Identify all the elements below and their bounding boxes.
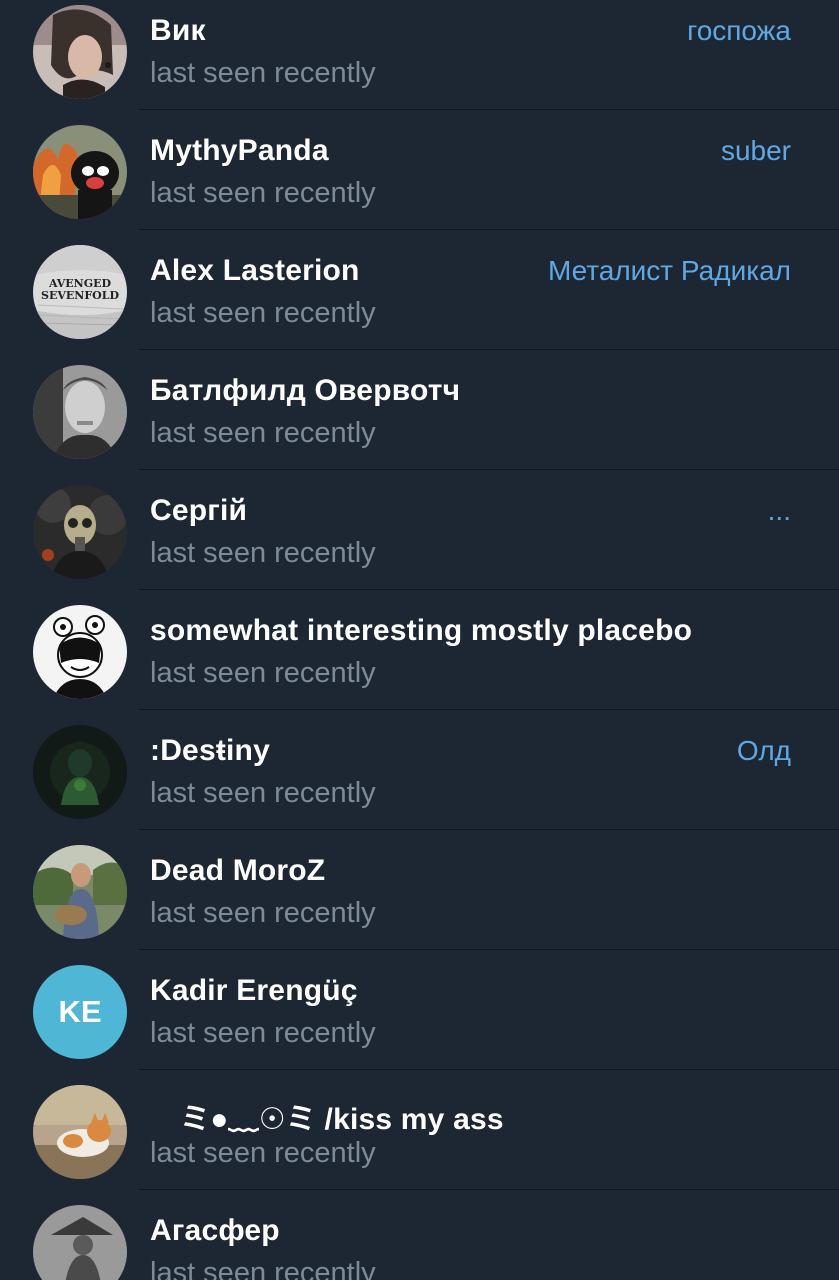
- contact-name: MythyPanda: [150, 134, 329, 167]
- avatar: [33, 845, 127, 939]
- row-divider: [139, 469, 839, 470]
- contact-name: Батлфилд Овервотч: [150, 374, 461, 407]
- photo-man-bw-icon: [33, 365, 127, 459]
- avatar: [33, 5, 127, 99]
- avatar: AVENGED SEVENFOLD: [33, 245, 127, 339]
- contact-name: Kadir Erengüç: [150, 974, 358, 1007]
- row-divider: [139, 709, 839, 710]
- contact-row[interactable]: Агасфер last seen recently: [0, 1200, 839, 1280]
- contact-name: Агасфер: [150, 1214, 280, 1247]
- row-divider: [139, 829, 839, 830]
- photo-bear-fire-icon: [33, 125, 127, 219]
- photo-figure-hat-icon: [33, 1205, 127, 1280]
- contact-status: last seen recently: [150, 297, 376, 329]
- contact-status: last seen recently: [150, 1137, 376, 1169]
- row-divider: [139, 1069, 839, 1070]
- contact-row[interactable]: ミ●﹏☉ミ /kiss my ass last seen recently: [0, 1080, 839, 1200]
- contact-status: last seen recently: [150, 897, 376, 929]
- contact-row[interactable]: AVENGED SEVENFOLD Alex Lasterion last see…: [0, 240, 839, 360]
- contact-list: Вик last seen recently госпожа MythyPand…: [0, 0, 839, 1280]
- contact-name: Alex Lasterion: [150, 254, 360, 287]
- avatar: [33, 605, 127, 699]
- contact-status: last seen recently: [150, 777, 376, 809]
- contact-name: ミ●﹏☉ミ /kiss my ass: [180, 1103, 504, 1136]
- avatar: KE: [33, 965, 127, 1059]
- photo-woman-portrait-icon: [33, 5, 127, 99]
- row-divider: [139, 1189, 839, 1190]
- contact-status: last seen recently: [150, 537, 376, 569]
- avatar: [33, 1205, 127, 1280]
- contact-name: :Desŧiny: [150, 734, 270, 767]
- avatar: [33, 485, 127, 579]
- avatar: [33, 365, 127, 459]
- contact-role: ...: [767, 495, 791, 526]
- contact-role: Металист Радикал: [547, 255, 791, 286]
- contact-row[interactable]: somewhat interesting mostly placebo last…: [0, 600, 839, 720]
- row-divider: [139, 349, 839, 350]
- photo-man-outdoors-icon: [33, 845, 127, 939]
- contact-row[interactable]: Dead MoroZ last seen recently: [0, 840, 839, 960]
- contact-role: suber: [720, 135, 791, 166]
- cartoon-drawing-icon: [33, 605, 127, 699]
- row-divider: [139, 589, 839, 590]
- row-divider: [139, 109, 839, 110]
- contact-row[interactable]: Батлфилд Овервотч last seen recently: [0, 360, 839, 480]
- contact-row[interactable]: Вик last seen recently госпожа: [0, 0, 839, 120]
- dark-green-figure-icon: [33, 725, 127, 819]
- contact-row[interactable]: MythyPanda last seen recently suber: [0, 120, 839, 240]
- gas-mask-icon: [33, 485, 127, 579]
- row-divider: [139, 229, 839, 230]
- contact-status: last seen recently: [150, 57, 376, 89]
- contact-row[interactable]: :Desŧiny last seen recently Олд: [0, 720, 839, 840]
- contact-status: last seen recently: [150, 1257, 376, 1280]
- contact-status: last seen recently: [150, 417, 376, 449]
- contact-row[interactable]: Сергій last seen recently ...: [0, 480, 839, 600]
- contact-role: госпожа: [687, 15, 791, 46]
- contact-status: last seen recently: [150, 657, 376, 689]
- contact-name: Вик: [150, 14, 206, 47]
- logo-text: AVENGED SEVENFOLD: [41, 277, 119, 302]
- contact-name: Сергій: [150, 494, 248, 527]
- avatar: [33, 725, 127, 819]
- avatar: [33, 1085, 127, 1179]
- initials-avatar: KE: [33, 965, 127, 1059]
- contact-role: Олд: [736, 735, 791, 766]
- contact-name: somewhat interesting mostly placebo: [150, 614, 693, 647]
- photo-cat-icon: [33, 1085, 127, 1179]
- avatar: [33, 125, 127, 219]
- contact-name: Dead MoroZ: [150, 854, 326, 887]
- contact-status: last seen recently: [150, 177, 376, 209]
- row-divider: [139, 949, 839, 950]
- contact-row[interactable]: KE Kadir Erengüç last seen recently: [0, 960, 839, 1080]
- contact-status: last seen recently: [150, 1017, 376, 1049]
